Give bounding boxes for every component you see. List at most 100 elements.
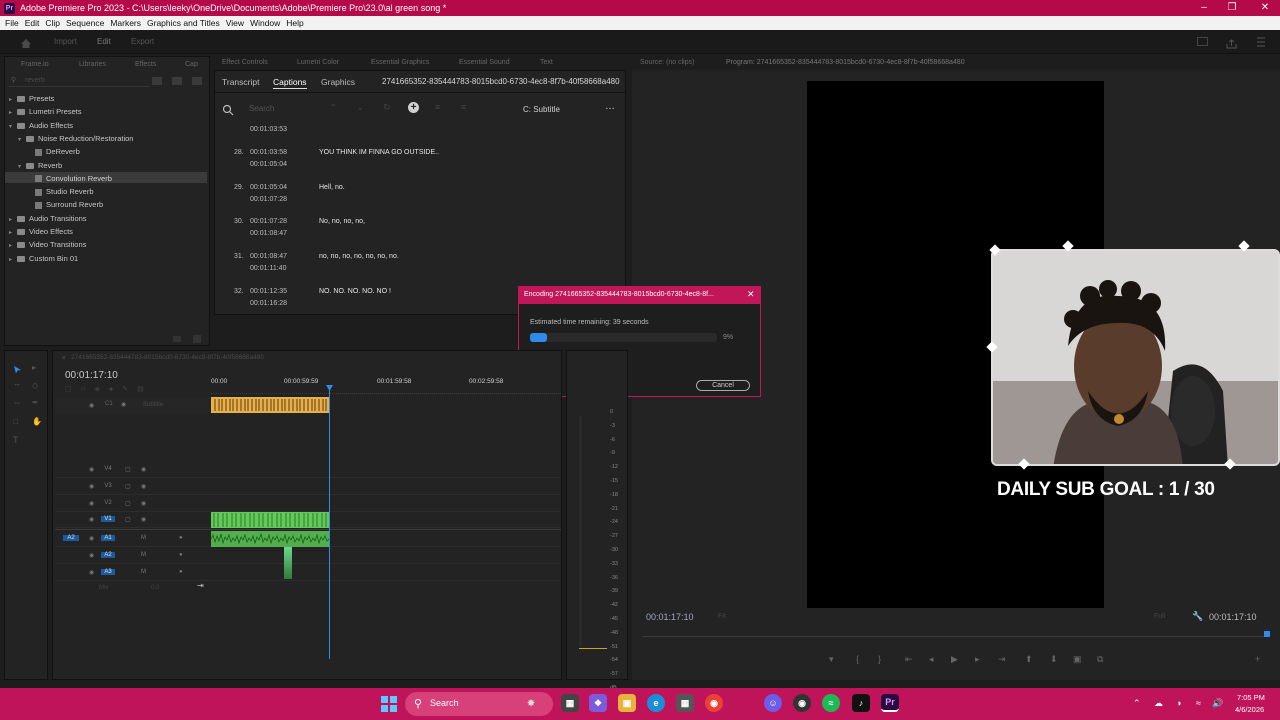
razor-tool-icon[interactable]: ◇ bbox=[32, 381, 41, 390]
timeline-close-icon[interactable]: ✕ bbox=[61, 354, 66, 362]
fit-dropdown[interactable]: Fit bbox=[718, 613, 726, 620]
minimize-icon[interactable]: – bbox=[1189, 0, 1219, 16]
lock-icon[interactable]: ◉ bbox=[89, 569, 94, 576]
disclosure-arrow-icon[interactable]: ▸ bbox=[9, 254, 17, 266]
track-label-v2[interactable]: V2 bbox=[101, 500, 115, 506]
tree-item[interactable]: ▸ Video Transitions bbox=[9, 239, 86, 251]
tree-item[interactable]: ▸ Lumetri Presets bbox=[9, 106, 82, 118]
menu-markers[interactable]: Markers bbox=[110, 18, 141, 28]
microphone-icon[interactable]: ● bbox=[179, 569, 183, 575]
eye-icon[interactable]: ◉ bbox=[141, 516, 146, 523]
pen-tool-icon[interactable]: ✒ bbox=[32, 398, 41, 407]
extract-icon[interactable]: ⬇ bbox=[1050, 654, 1058, 665]
lock-icon[interactable]: ◉ bbox=[89, 535, 94, 542]
add-caption-icon[interactable]: + bbox=[408, 102, 419, 113]
yuv-effects-icon[interactable] bbox=[192, 77, 202, 85]
tab-edit[interactable]: Edit bbox=[97, 37, 111, 46]
program-scrub-bar[interactable] bbox=[642, 636, 1270, 637]
effects-search-box[interactable]: ⚲ reverb bbox=[9, 75, 149, 87]
wifi-icon[interactable]: ≈ bbox=[1196, 698, 1201, 708]
tab-import[interactable]: Import bbox=[54, 37, 77, 46]
comparison-icon[interactable]: ⧉ bbox=[1097, 654, 1103, 665]
menu-sequence[interactable]: Sequence bbox=[66, 18, 104, 28]
menu-window[interactable]: Window bbox=[250, 18, 280, 28]
menu-clip[interactable]: Clip bbox=[45, 18, 60, 28]
step-back-icon[interactable]: ◂ bbox=[929, 654, 934, 665]
program-timecode[interactable]: 00:01:17:10 bbox=[646, 612, 694, 622]
caption-text[interactable]: Hell, no. bbox=[319, 184, 345, 191]
caption-track-label[interactable]: C: Subtitle bbox=[523, 105, 560, 114]
track-label-v1[interactable]: V1 bbox=[101, 516, 115, 523]
effects-search-input[interactable]: reverb bbox=[25, 77, 45, 84]
panel-menu-icon[interactable] bbox=[1256, 35, 1266, 47]
accelerated-effects-icon[interactable] bbox=[152, 77, 162, 85]
tab-effects[interactable]: Effects bbox=[135, 61, 156, 68]
captions-search-input[interactable]: Search bbox=[249, 104, 274, 113]
tree-item[interactable]: Studio Reverb bbox=[27, 186, 94, 198]
obs-icon[interactable]: ◉ bbox=[793, 694, 811, 712]
new-bin-icon[interactable] bbox=[173, 336, 181, 342]
dialog-close-icon[interactable]: ✕ bbox=[747, 289, 755, 300]
step-forward-icon[interactable]: ▸ bbox=[975, 654, 980, 665]
lock-icon[interactable]: ◉ bbox=[89, 402, 94, 409]
mark-in-icon[interactable]: { bbox=[856, 654, 859, 664]
tab-captions[interactable]: Captions bbox=[273, 77, 307, 87]
microphone-icon[interactable]: ● bbox=[179, 535, 183, 541]
disclosure-arrow-icon[interactable]: ▸ bbox=[9, 240, 17, 252]
merge-icon[interactable]: ≡ bbox=[435, 102, 440, 112]
selection-tool-icon[interactable] bbox=[13, 361, 22, 374]
show-hidden-icons[interactable]: ⌃ bbox=[1133, 698, 1141, 709]
play-icon[interactable]: ▶ bbox=[951, 654, 958, 665]
clock-date[interactable]: 4/6/2026 bbox=[1235, 705, 1264, 714]
clock-time[interactable]: 7:05 PM bbox=[1237, 693, 1265, 702]
mute-icon[interactable]: M bbox=[141, 569, 146, 575]
tree-item[interactable]: Convolution Reverb bbox=[27, 173, 112, 185]
mix-value[interactable]: 0.0 bbox=[151, 585, 159, 591]
button-editor-icon[interactable]: + bbox=[1255, 654, 1260, 664]
source-patch-a2[interactable]: A2 bbox=[63, 535, 79, 541]
time-ruler[interactable]: 00:00 00:00:59:59 00:01:59:58 00:02:59:58 bbox=[211, 378, 561, 392]
file-explorer-icon[interactable]: ▣ bbox=[618, 694, 636, 712]
track-select-icon[interactable]: ▸ bbox=[32, 363, 41, 372]
discord-icon[interactable]: ☺ bbox=[764, 694, 782, 712]
menu-graphics[interactable]: Graphics and Titles bbox=[147, 18, 220, 28]
microphone-icon[interactable]: ◑ bbox=[1176, 698, 1181, 708]
resolution-dropdown[interactable]: Full bbox=[1154, 613, 1165, 620]
eye-icon[interactable]: ◉ bbox=[141, 483, 146, 490]
sync-lock-icon[interactable]: ▢ bbox=[125, 483, 131, 490]
video-clip-v1[interactable] bbox=[211, 512, 329, 528]
next-result-icon[interactable]: ⌄ bbox=[357, 103, 364, 112]
widgets-icon[interactable]: ✸ bbox=[522, 694, 540, 712]
delete-icon[interactable] bbox=[193, 335, 201, 343]
tab-program[interactable]: Program: 2741665352-835444783-8015bcd0-6… bbox=[726, 59, 965, 66]
disclosure-arrow-icon[interactable]: ▾ bbox=[9, 121, 17, 133]
timeline-playhead[interactable] bbox=[329, 385, 330, 659]
close-window-icon[interactable]: ✕ bbox=[1250, 0, 1280, 16]
tree-item[interactable]: ▾ Reverb bbox=[18, 160, 62, 172]
export-frame-icon[interactable]: ▣ bbox=[1073, 654, 1082, 665]
lock-icon[interactable]: ◉ bbox=[89, 500, 94, 507]
lock-icon[interactable]: ◉ bbox=[89, 516, 94, 523]
rectangle-tool-icon[interactable]: □ bbox=[13, 417, 22, 426]
mark-out-icon[interactable]: } bbox=[878, 654, 881, 664]
track-label-a3[interactable]: A3 bbox=[101, 568, 115, 575]
lock-icon[interactable]: ◉ bbox=[89, 552, 94, 559]
home-icon[interactable] bbox=[20, 36, 32, 48]
disclosure-arrow-icon[interactable]: ▸ bbox=[9, 94, 17, 106]
volume-icon[interactable]: 🔊 bbox=[1212, 698, 1223, 709]
webcam-overlay[interactable] bbox=[991, 249, 1280, 466]
tree-item[interactable]: ▸ Presets bbox=[9, 93, 54, 105]
track-label-a1[interactable]: A1 bbox=[101, 535, 115, 541]
mute-icon[interactable]: M bbox=[141, 552, 146, 558]
chrome-icon[interactable]: ◉ bbox=[705, 694, 723, 712]
caption-text[interactable]: YOU THINK IM FINNA GO OUTSIDE.. bbox=[319, 149, 439, 156]
tree-item[interactable]: ▾ Noise Reduction/Restoration bbox=[18, 133, 133, 145]
tiktok-icon[interactable]: ♪ bbox=[852, 694, 870, 712]
tab-graphics[interactable]: Graphics bbox=[321, 77, 355, 87]
caption-text[interactable]: NO. NO. NO. NO. NO ! bbox=[319, 288, 391, 295]
lock-icon[interactable]: ◉ bbox=[89, 466, 94, 473]
eye-icon[interactable]: ◉ bbox=[141, 466, 146, 473]
disclosure-arrow-icon[interactable]: ▸ bbox=[9, 107, 17, 119]
tab-source[interactable]: Source: (no clips) bbox=[640, 59, 694, 66]
ripple-edit-icon[interactable]: ↔ bbox=[13, 379, 22, 388]
